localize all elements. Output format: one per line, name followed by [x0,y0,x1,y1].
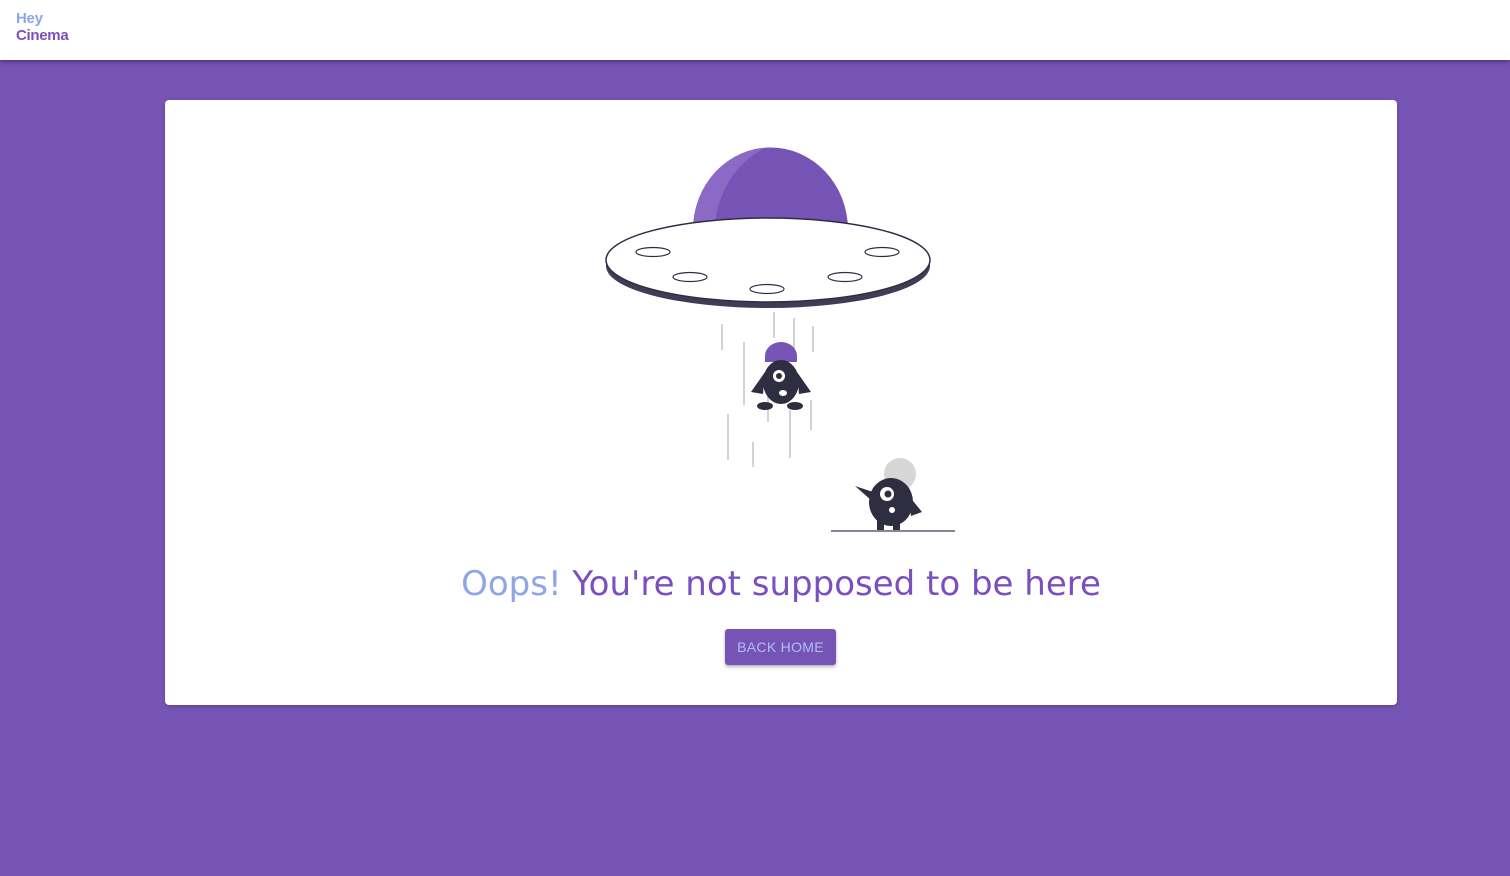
error-headline: Oops! You're not supposed to be here [165,564,1397,604]
ufo-abduction-illustration [605,147,955,532]
headline-message: You're not supposed to be here [572,564,1101,604]
back-home-button[interactable]: BACK HOME [725,629,836,665]
error-card: Oops! You're not supposed to be here BAC… [165,100,1397,705]
waving-alien-icon [831,458,955,532]
brand-line-hey: Hey [16,10,43,27]
ufo-icon [605,147,931,308]
top-app-bar: Hey Cinema [0,0,1510,60]
headline-oops: Oops! [461,564,562,604]
brand-line-cinema: Cinema [16,27,69,44]
brand-logo[interactable]: Hey Cinema [16,10,69,44]
floating-alien-icon [751,342,811,410]
